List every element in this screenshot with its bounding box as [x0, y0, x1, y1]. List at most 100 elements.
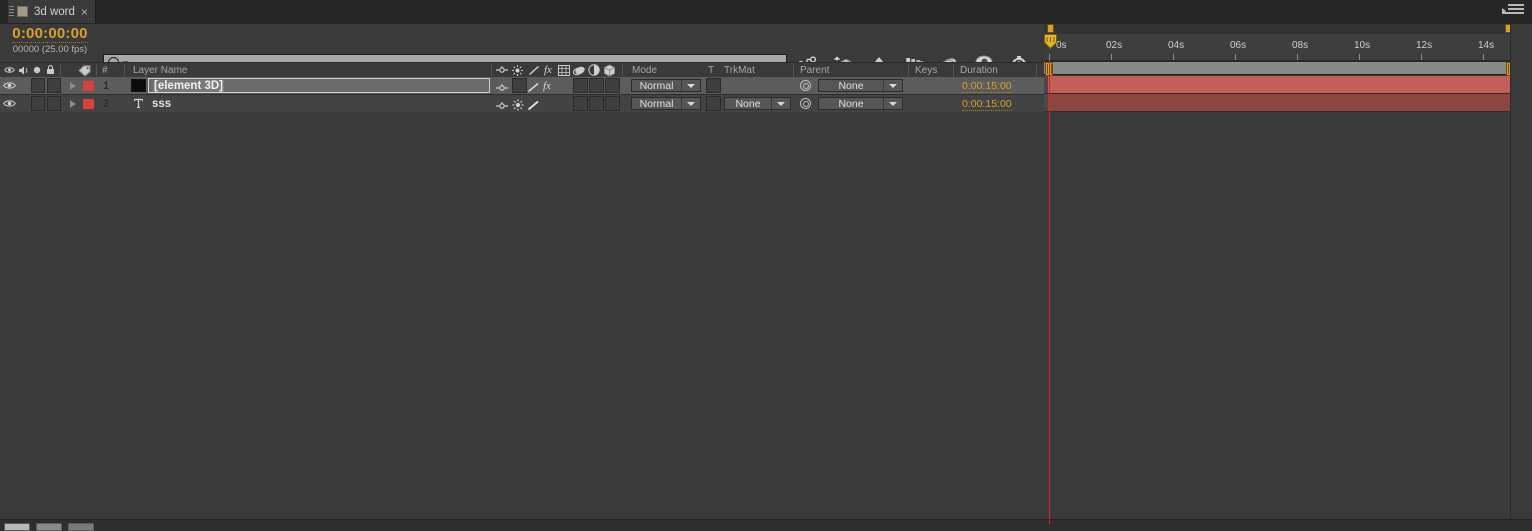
tick-label: 06s: [1230, 40, 1247, 51]
layer-1-solo-toggle[interactable]: [47, 78, 61, 93]
bottom-button-3[interactable]: [68, 523, 94, 531]
timeline-empty-area[interactable]: [1044, 112, 1532, 524]
close-icon[interactable]: ×: [81, 6, 88, 18]
current-timecode[interactable]: 0:00:00:00: [12, 26, 88, 43]
text-layer-icon: [133, 98, 148, 111]
layer-duration-bars: [1044, 76, 1532, 112]
mode-column-label: Mode: [632, 64, 658, 76]
layer-2-solo-toggle[interactable]: [47, 96, 61, 111]
layer-2-draft-switch[interactable]: [527, 98, 540, 112]
composition-swatch-icon: [17, 6, 28, 17]
playhead-line: [1049, 60, 1050, 524]
frame-rate-display: 00000 (25.00 fps): [12, 44, 88, 55]
tab-3d-word[interactable]: 3d word ×: [8, 0, 96, 23]
trkmat-column-label: TrkMat: [724, 64, 755, 76]
layer-1-anchor-switch[interactable]: [496, 81, 508, 95]
table-row[interactable]: 2 sss Normal None None 0:00:15:00: [0, 95, 1044, 113]
layer-1-parent-dropdown[interactable]: None: [818, 79, 903, 92]
timeline-graph-area: 0s 02s 04s 06s 08s 10s 12s 14s: [1044, 24, 1532, 524]
layer-1-t-switch[interactable]: [706, 78, 721, 93]
t-column-label: T: [708, 64, 715, 76]
layer-2-duration-bar[interactable]: [1044, 94, 1532, 112]
layer-2-three-d-switch[interactable]: [605, 96, 620, 111]
layer-1-quality-switch[interactable]: [512, 78, 527, 93]
layer-1-index: 1: [103, 80, 110, 92]
layer-2-trkmat-value: None: [735, 97, 761, 110]
layer-1-mode-dropdown[interactable]: Normal: [631, 79, 701, 92]
layer-1-effects-switch[interactable]: fx: [543, 80, 551, 92]
layer-1-mode-value: Normal: [639, 79, 674, 92]
tab-grip-icon: [9, 6, 14, 17]
layer-2-duration[interactable]: 0:00:15:00: [962, 98, 1012, 111]
layer-1-three-d-switch[interactable]: [605, 78, 620, 93]
tab-label: 3d word: [34, 5, 75, 18]
layer-2-parent-pickwhip-icon[interactable]: [800, 98, 811, 109]
layer-2-expand-triangle[interactable]: [70, 100, 76, 108]
bottom-button-2[interactable]: [36, 523, 62, 531]
current-time-display[interactable]: 0:00:00:00 00000 (25.00 fps): [4, 25, 96, 56]
table-row[interactable]: 1 [element 3D] fx Normal None 0:00:15:00: [0, 77, 1044, 95]
label-tag-column-icon: [78, 63, 91, 77]
layer-name-column-label: Layer Name: [133, 64, 188, 76]
anchor-switch-column-icon: [496, 63, 508, 77]
tick-label: 14s: [1478, 40, 1495, 51]
bottom-toolbar: [0, 519, 1532, 531]
work-area-start-marker[interactable]: [1047, 24, 1054, 33]
layer-1-parent-pickwhip-icon[interactable]: [800, 80, 811, 91]
layer-2-trkmat-dropdown[interactable]: None: [724, 97, 791, 110]
panel-menu-icon[interactable]: [1502, 4, 1524, 18]
time-navigator-bar[interactable]: [1044, 61, 1532, 76]
layer-1-parent-value: None: [838, 79, 864, 92]
layer-2-index: 2: [103, 98, 110, 110]
layer-1-draft-switch[interactable]: [527, 80, 540, 94]
bottom-button-1[interactable]: [4, 523, 30, 531]
layer-list-empty-area[interactable]: [0, 112, 1044, 519]
layer-2-audio-toggle[interactable]: [31, 96, 45, 111]
column-header: # Layer Name fx Mode T TrkMat Parent Key…: [0, 62, 1044, 78]
timeline-right-gutter: [1510, 24, 1532, 524]
tick-label: 02s: [1106, 40, 1123, 51]
layer-1-name-input[interactable]: [element 3D]: [148, 78, 490, 93]
layer-2-t-switch[interactable]: [706, 96, 721, 111]
eye-column-icon: [4, 63, 15, 77]
index-column-label: #: [102, 64, 108, 76]
layer-1-name-text: [element 3D]: [153, 79, 225, 92]
layer-2-quality-switch[interactable]: [512, 98, 524, 112]
tab-bar: 3d word ×: [0, 0, 1532, 25]
tick-label: 08s: [1292, 40, 1309, 51]
frame-blend-column-icon: [558, 63, 570, 77]
keys-column-label: Keys: [915, 64, 938, 76]
layer-1-label-color[interactable]: [83, 81, 94, 91]
layer-2-parent-dropdown[interactable]: None: [818, 97, 903, 110]
layer-2-label-color[interactable]: [83, 99, 94, 109]
motion-blur-column-icon: [573, 63, 586, 77]
tick-label: 0s: [1056, 40, 1067, 51]
layer-2-motion-blur-switch[interactable]: [589, 96, 604, 111]
lock-column-icon: [46, 63, 55, 77]
adjustment-layer-column-icon: [588, 63, 600, 77]
layer-2-mode-value: Normal: [639, 97, 674, 110]
layer-1-duration-bar[interactable]: [1044, 76, 1532, 94]
draft-quality-column-icon: [528, 63, 540, 77]
layer-1-motion-blur-switch[interactable]: [589, 78, 604, 93]
time-ruler[interactable]: 0s 02s 04s 06s 08s 10s 12s 14s: [1044, 34, 1532, 61]
quality-switch-column-icon: [512, 63, 523, 77]
playhead-handle[interactable]: [1044, 34, 1057, 50]
layer-2-name[interactable]: sss: [152, 98, 171, 110]
layer-1-visibility-icon[interactable]: [3, 81, 18, 91]
tick-label: 04s: [1168, 40, 1185, 51]
solo-column-icon: [33, 63, 41, 77]
layer-2-mode-dropdown[interactable]: Normal: [631, 97, 701, 110]
layer-2-anchor-switch[interactable]: [496, 99, 508, 113]
layer-1-expand-triangle[interactable]: [70, 82, 76, 90]
layer-1-duration[interactable]: 0:00:15:00: [962, 80, 1012, 93]
tick-label: 12s: [1416, 40, 1433, 51]
layer-1-frame-blend-switch[interactable]: [573, 78, 588, 93]
layer-1-audio-toggle[interactable]: [31, 78, 45, 93]
layer-2-frame-blend-switch[interactable]: [573, 96, 588, 111]
panel-menu-arrow-icon: [1502, 8, 1506, 14]
three-d-layer-column-icon: [603, 63, 616, 77]
parent-column-label: Parent: [800, 64, 830, 76]
timeline-top-strip: [1044, 24, 1532, 34]
layer-2-visibility-icon[interactable]: [3, 99, 18, 109]
